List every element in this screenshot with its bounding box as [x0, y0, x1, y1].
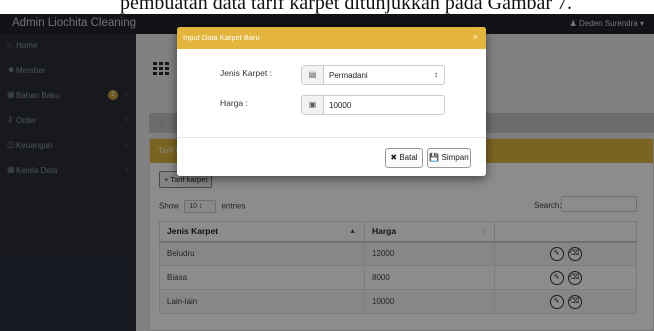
close-icon[interactable]: × [473, 32, 478, 42]
caption-text: pembuatan data tarif karpet ditunjukkan … [120, 0, 573, 14]
list-icon: ▤ [302, 66, 324, 84]
harga-value: 10000 [329, 101, 352, 110]
simpan-button[interactable]: 💾 Simpan [427, 148, 471, 168]
save-icon: 💾 [429, 153, 440, 162]
modal-header: Input Data Karpet Baru × [177, 27, 486, 49]
simpan-label: Simpan [441, 153, 469, 162]
input-karpet-modal: Input Data Karpet Baru × Jenis Karpet : … [177, 27, 486, 176]
jenis-karpet-label: Jenis Karpet : [220, 68, 272, 78]
modal-divider [177, 137, 486, 138]
batal-button[interactable]: ✖ Batal [385, 148, 423, 168]
money-icon: ▣ [302, 96, 324, 114]
select-arrows-icon: ↕ [434, 70, 438, 79]
modal-title: Input Data Karpet Baru [183, 33, 260, 42]
harga-input[interactable]: ▣ 10000 [301, 95, 445, 115]
harga-label: Harga : [220, 98, 248, 108]
jenis-karpet-select[interactable]: ▤ Permadani ↕ [301, 65, 445, 85]
jenis-karpet-value: Permadani [329, 71, 368, 80]
